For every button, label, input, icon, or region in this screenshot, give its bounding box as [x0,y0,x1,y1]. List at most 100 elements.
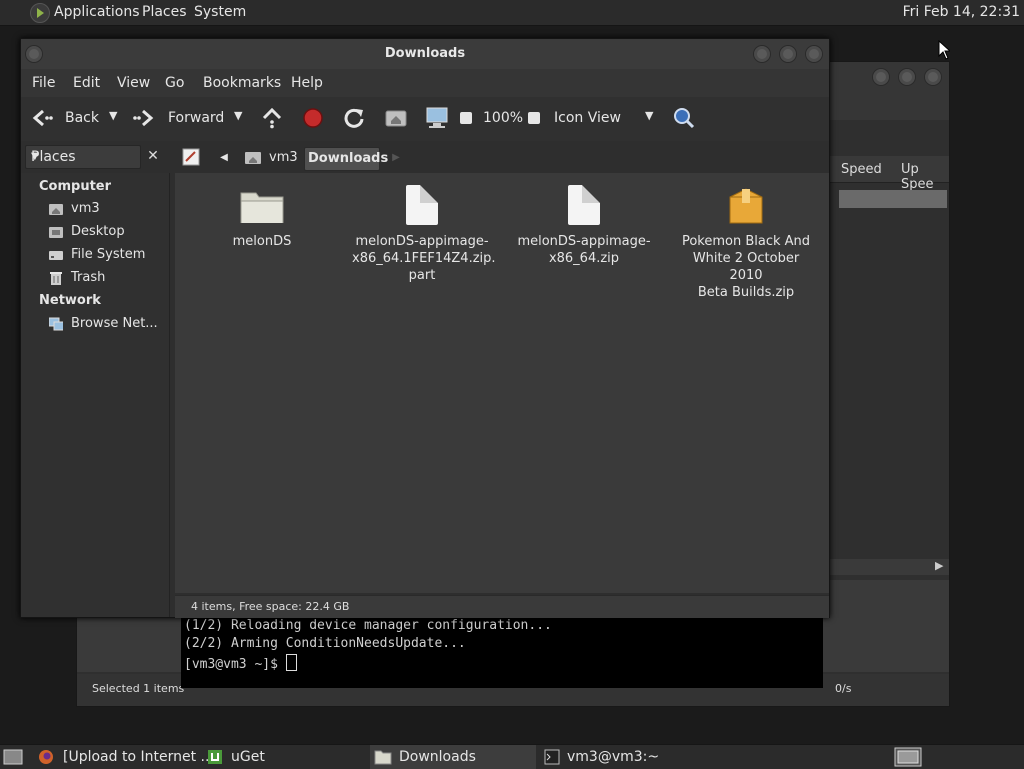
status-text: 4 items, Free space: 22.4 GB [191,600,350,613]
task-browser[interactable]: [Upload to Internet ... [34,745,214,769]
computer-icon[interactable] [425,106,449,130]
minimize-button[interactable] [753,45,771,63]
reload-icon[interactable] [343,107,365,129]
home-folder-icon [49,204,63,215]
menu-bar: File Edit View Go Bookmarks Help [21,69,829,97]
sidebar-close-icon[interactable]: ✕ [143,145,163,167]
sidebar-item-label: Trash [71,270,106,285]
uget-close-button[interactable] [924,68,942,86]
zoom-out-icon[interactable] [460,112,472,124]
menu-edit[interactable]: Edit [73,75,100,91]
statusbar: 4 items, Free space: 22.4 GB [175,595,829,618]
scroll-right-arrow-icon[interactable]: ▶ [935,559,943,572]
uget-speed-text: 0/s [835,682,852,695]
uget-selected-row[interactable] [839,190,947,208]
task-label: vm3@vm3:~ [567,749,660,765]
terminal-icon [544,749,560,765]
breadcrumb-left-arrow-icon[interactable]: ◀ [215,147,233,169]
menu-help[interactable]: Help [291,75,323,91]
applications-menu[interactable]: Applications [54,4,140,20]
terminal-cursor [285,654,297,671]
up-arrow-icon[interactable] [261,107,283,129]
home-folder-icon[interactable] [385,108,407,128]
folder-icon [240,192,284,223]
speed-column-header[interactable]: Speed [841,162,882,177]
breadcrumb-right-arrow-icon[interactable]: ▶ [389,147,403,169]
taskbar: [Upload to Internet ... uGet Downloads v… [0,744,1024,769]
uget-minimize-button[interactable] [872,68,890,86]
file-item[interactable]: melonDS-appimage- x86_64.zip [514,185,654,269]
task-terminal[interactable]: vm3@vm3:~ [540,745,708,769]
zoom-level: 100% [483,110,524,126]
terminal-line: (2/2) Arming ConditionNeedsUpdate... [184,636,466,651]
desktop-folder-icon [49,227,63,238]
file-item[interactable]: melonDS-appimage- x86_64.1FEF14Z4.zip. p… [352,185,496,285]
document-icon [406,185,438,225]
search-icon[interactable] [673,107,695,129]
document-icon [568,185,600,225]
forward-button[interactable]: Forward [168,110,224,126]
close-button[interactable] [805,45,823,63]
system-menu[interactable]: System [194,4,246,20]
sidebar-item-label: Desktop [71,224,125,239]
file-view[interactable]: melonDS melonDS-appimage- x86_64.1FEF14Z… [175,173,829,593]
sidebar-places-select[interactable]: Places ▼ [25,145,141,169]
file-manager-window: Downloads File Edit View Go Bookmarks He… [20,38,830,618]
task-label: uGet [231,749,265,765]
menu-view[interactable]: View [117,75,150,91]
forward-arrow-icon[interactable] [133,108,155,128]
breadcrumb-downloads-label: Downloads [308,151,389,166]
uget-column-header: Speed Up Spee [829,156,949,192]
menu-bookmarks[interactable]: Bookmarks [203,75,281,91]
fm-titlebar[interactable]: Downloads [21,39,829,69]
menu-go[interactable]: Go [165,75,184,91]
file-name: melonDS-appimage- x86_64.zip [517,234,651,266]
places-chevron-down-icon: ▼ [31,151,39,162]
view-mode-select[interactable]: Icon View [554,110,621,126]
file-item-folder[interactable]: melonDS [192,185,332,255]
view-mode-chevron-down-icon[interactable]: ▼ [645,109,653,122]
sidebar: Computer vm3 Desktop File System Trash N… [21,173,170,617]
sidebar-section-computer: Computer [39,179,112,194]
uget-maximize-button[interactable] [898,68,916,86]
task-label: Downloads [399,749,476,765]
back-history-chevron-down-icon[interactable]: ▼ [109,109,117,122]
terminal-line: (1/2) Reloading device manager configura… [184,618,552,633]
mouse-pointer-icon [938,40,950,60]
forward-history-chevron-down-icon[interactable]: ▼ [234,109,242,122]
back-button[interactable]: Back [65,110,99,126]
upspeed-column-header[interactable]: Up Spee [901,162,949,192]
file-name: melonDS [232,234,292,249]
clock[interactable]: Fri Feb 14, 22:31 [903,4,1020,20]
uget-horizontal-scrollbar[interactable] [829,559,949,575]
maximize-button[interactable] [779,45,797,63]
breadcrumb-home[interactable]: vm3 [241,147,298,169]
archive-box-icon [729,188,763,224]
toolbar: Back ▼ Forward ▼ 100% Icon View ▼ [21,97,829,142]
firefox-icon [39,750,53,764]
file-item[interactable]: Pokemon Black And White 2 October 2010 B… [676,185,816,300]
folder-icon [374,750,392,765]
stop-icon[interactable] [303,108,323,128]
breadcrumb-vm3: vm3 [269,150,298,165]
breadcrumb-downloads[interactable]: Downloads [304,147,388,171]
terminal-window[interactable]: (1/2) Reloading device manager configura… [181,617,823,688]
task-uget[interactable]: uGet [204,745,368,769]
sidebar-item-label: Browse Net... [71,316,158,331]
task-label: [Upload to Internet ... [63,749,214,765]
task-downloads[interactable]: Downloads [370,745,536,769]
toggle-location-entry-icon[interactable] [181,147,201,167]
uget-status-text: Selected 1 items [92,682,185,695]
file-name: Pokemon Black And White 2 October 2010 B… [681,234,811,300]
drive-icon [49,251,63,260]
workspace-switcher-icon[interactable] [894,747,922,767]
zoom-in-icon[interactable] [528,112,540,124]
sidebar-section-network: Network [39,293,101,308]
trash-icon [50,272,62,285]
back-arrow-icon[interactable] [31,108,53,128]
terminal-prompt: [vm3@vm3 ~]$ [184,654,297,672]
show-desktop-icon[interactable] [3,749,23,765]
distro-logo-icon[interactable] [30,3,50,23]
menu-file[interactable]: File [32,75,55,91]
places-menu[interactable]: Places [142,4,187,20]
